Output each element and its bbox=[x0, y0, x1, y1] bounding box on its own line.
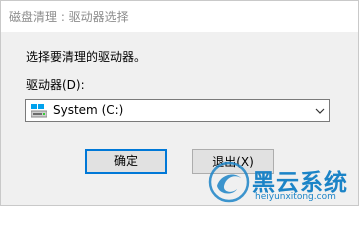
drive-label: 驱动器(D): bbox=[26, 78, 85, 92]
window-title: 磁盘清理 : 驱动器选择 bbox=[9, 10, 129, 24]
disk-cleanup-dialog: 磁盘清理 : 驱动器选择 选择要清理的驱动器。 驱动器(D): System (… bbox=[0, 0, 359, 206]
drive-icon bbox=[31, 104, 47, 118]
drive-select[interactable]: System (C:) bbox=[25, 99, 330, 122]
ok-button[interactable]: 确定 bbox=[85, 149, 167, 174]
selected-drive-value: System (C:) bbox=[53, 103, 124, 117]
title-bar[interactable]: 磁盘清理 : 驱动器选择 bbox=[1, 1, 358, 32]
instruction-text: 选择要清理的驱动器。 bbox=[26, 50, 147, 64]
chevron-down-icon[interactable] bbox=[315, 106, 325, 116]
exit-button[interactable]: 退出(X) bbox=[192, 149, 274, 174]
watermark-url: heiyunxitong.com bbox=[255, 192, 336, 202]
